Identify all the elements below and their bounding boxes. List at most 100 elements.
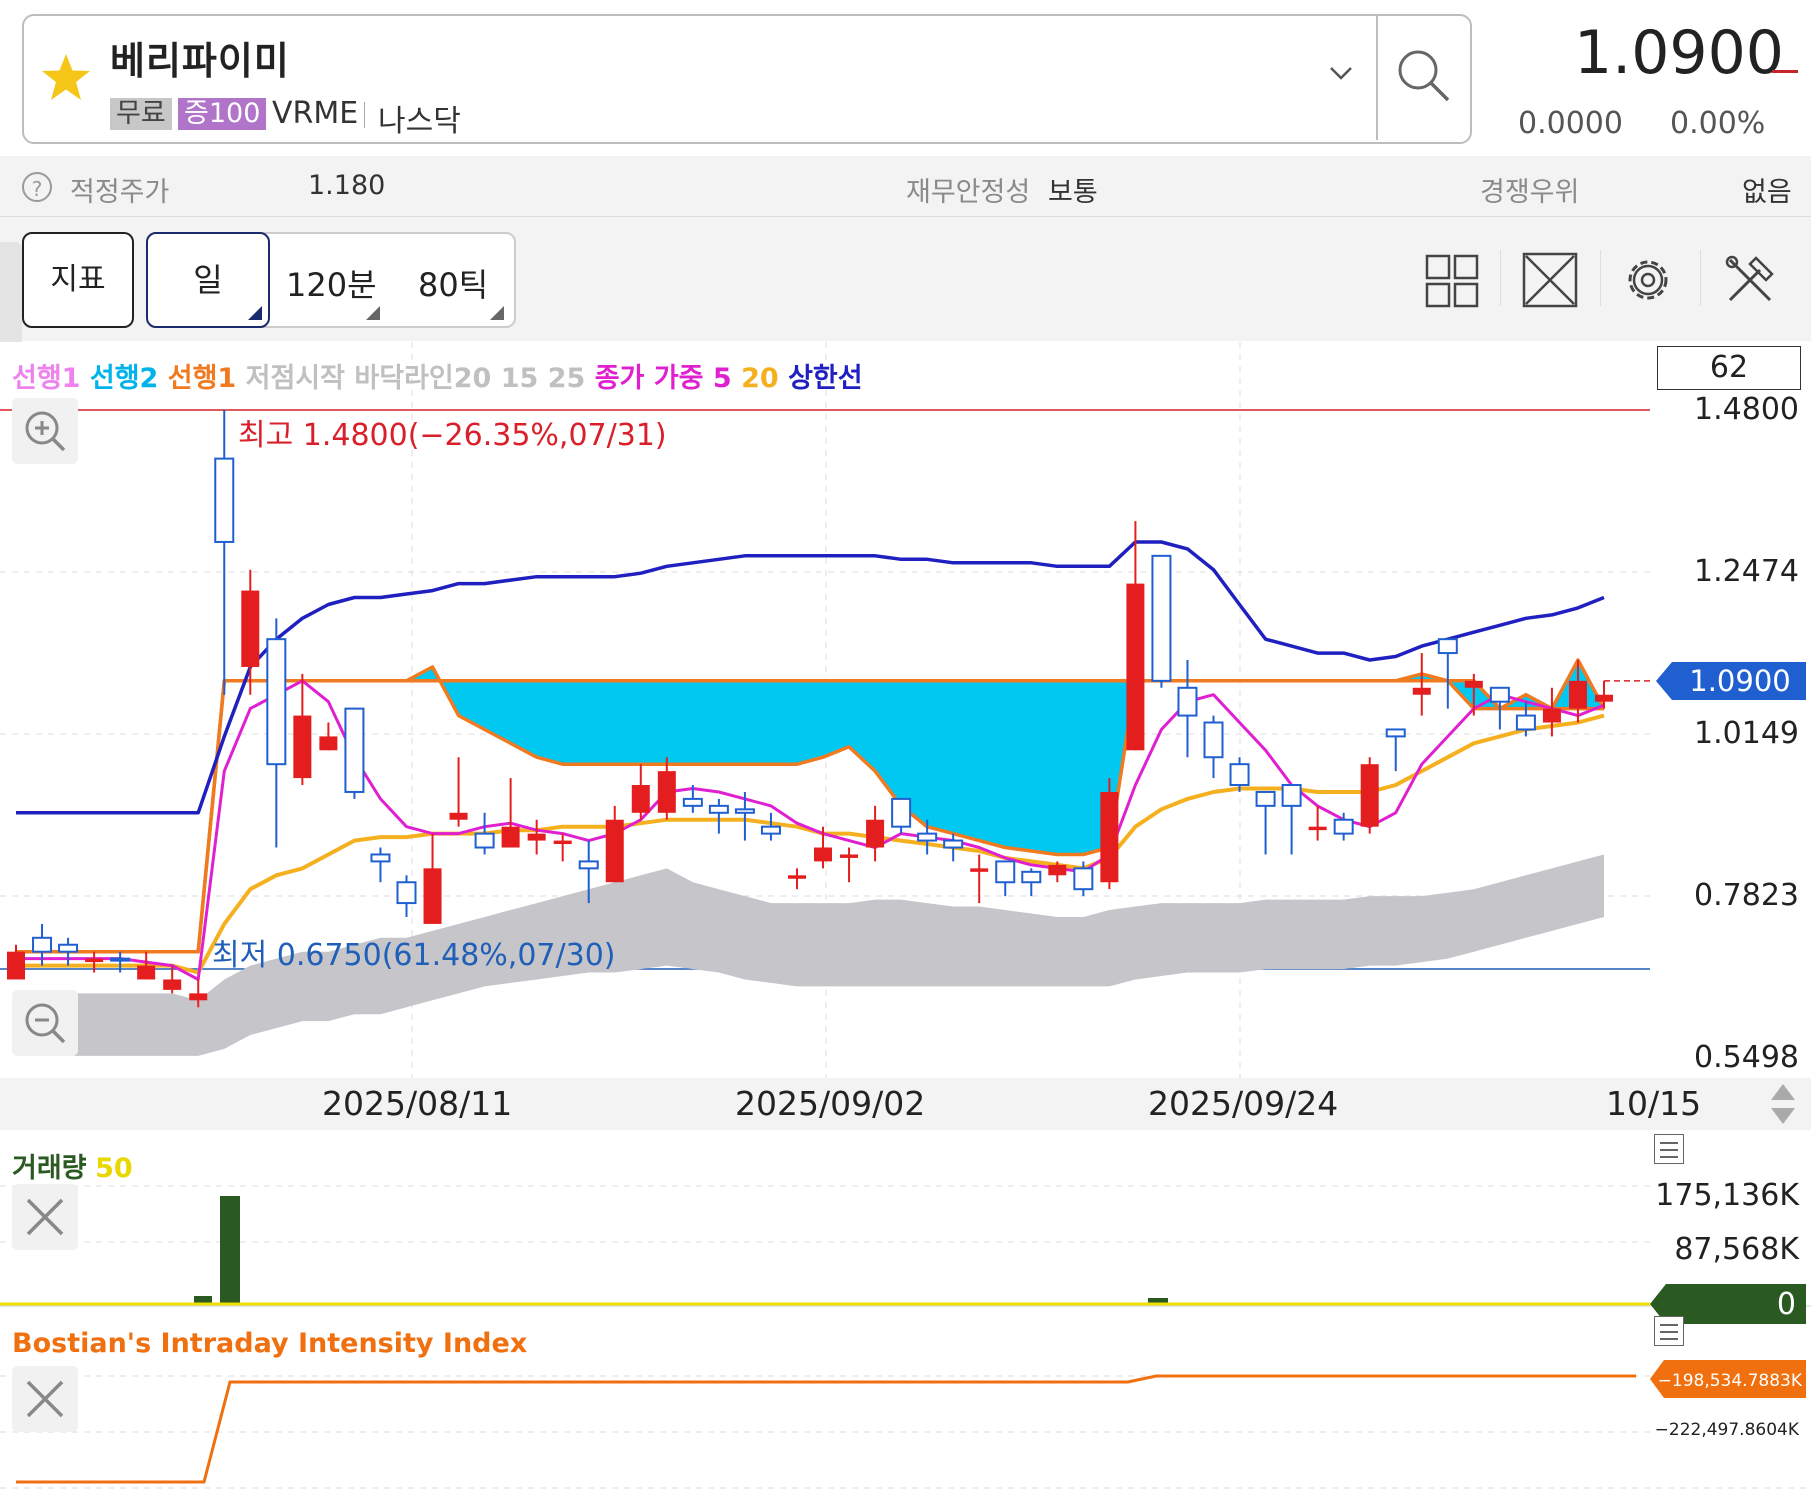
candle-body bbox=[1385, 728, 1406, 738]
legend-item: 20 bbox=[741, 363, 779, 394]
expand-icon[interactable] bbox=[1520, 250, 1580, 310]
candle-body bbox=[1515, 714, 1536, 731]
bostian-current-tag: −198,534.7883K bbox=[1650, 1360, 1806, 1398]
candle-body bbox=[891, 797, 912, 828]
candle-body bbox=[1048, 864, 1067, 876]
candle-body bbox=[708, 804, 729, 814]
candle-body bbox=[110, 957, 131, 962]
legend-item: 선행1 bbox=[167, 363, 237, 394]
bostian-line bbox=[16, 1374, 1636, 1484]
help-icon[interactable]: ? bbox=[22, 172, 52, 202]
divider bbox=[1700, 250, 1701, 306]
low-annotation: 최저 0.6750(61.48%,07/30) bbox=[212, 938, 616, 973]
candle-body bbox=[319, 736, 338, 751]
candle-body bbox=[970, 868, 989, 872]
volume-period: 50 bbox=[95, 1153, 133, 1184]
x-tick-label: 2025/08/11 bbox=[322, 1084, 513, 1123]
bostian-current-text: −198,534.7883K bbox=[1658, 1371, 1803, 1391]
zoom-in-icon[interactable] bbox=[12, 398, 78, 464]
candle-body bbox=[1177, 686, 1198, 717]
x-tick-label: 2025/09/24 bbox=[1148, 1084, 1339, 1123]
candle-body bbox=[1308, 826, 1327, 831]
ticker-symbol: VRME bbox=[272, 96, 359, 131]
search-icon[interactable] bbox=[1392, 44, 1454, 106]
legend-item: 선행2 bbox=[89, 363, 159, 394]
candle-body bbox=[266, 638, 287, 766]
candle-body bbox=[1489, 686, 1510, 703]
candle-body bbox=[1595, 694, 1613, 702]
candle-body bbox=[32, 936, 53, 953]
candle-body bbox=[214, 457, 235, 543]
zoom-out-icon[interactable] bbox=[12, 990, 78, 1056]
divider bbox=[1600, 250, 1601, 306]
candle-body bbox=[1255, 790, 1276, 807]
candle-body bbox=[423, 868, 442, 924]
favorite-star-icon[interactable] bbox=[38, 50, 94, 106]
candle-body bbox=[1542, 708, 1561, 723]
candle-body bbox=[605, 819, 624, 883]
candle-body bbox=[734, 808, 755, 814]
layout-grid-icon[interactable] bbox=[1422, 250, 1482, 310]
candle-body bbox=[760, 825, 781, 835]
high-annotation: 최고 1.4800(−26.35%,07/31) bbox=[238, 418, 667, 453]
legend-item: 선행1 bbox=[12, 363, 81, 394]
y-tick-label: 1.4800 bbox=[1694, 392, 1799, 427]
volume-chart[interactable] bbox=[0, 1130, 1811, 1310]
chart-legend: 선행1 선행2 선행1 저점시작 바닥라인20 15 25 종가 가중 5 20… bbox=[12, 356, 863, 395]
candle-body bbox=[787, 875, 806, 879]
candle-body bbox=[657, 771, 676, 813]
tools-icon[interactable] bbox=[1720, 250, 1780, 310]
candle-body bbox=[7, 951, 25, 980]
candle-body bbox=[1412, 687, 1431, 695]
candle-body bbox=[1126, 583, 1145, 751]
candle-body bbox=[578, 860, 599, 870]
legend-item: 상한선 bbox=[788, 363, 863, 394]
candle-body bbox=[449, 812, 468, 820]
dropdown-corner-icon bbox=[490, 306, 504, 320]
panel-menu-icon[interactable] bbox=[1654, 1134, 1684, 1164]
period-120min-button[interactable]: 120분 bbox=[286, 260, 377, 306]
close-icon[interactable] bbox=[12, 1184, 78, 1250]
dropdown-corner-icon bbox=[248, 306, 262, 320]
bostian-y-tick: −222,497.8604K bbox=[1654, 1420, 1799, 1440]
indicator-value-box: 62 bbox=[1657, 346, 1801, 390]
x-tick-label: 10/15 bbox=[1606, 1084, 1702, 1123]
stock-name: 베리파이미 bbox=[110, 39, 290, 83]
divider bbox=[1500, 250, 1501, 306]
stability-value: 보통 bbox=[1048, 177, 1098, 208]
legend-item: 종가 bbox=[594, 363, 645, 394]
candle-body bbox=[1203, 721, 1224, 759]
volume-y-tick: 175,136K bbox=[1655, 1178, 1799, 1213]
price-change-indicator bbox=[1772, 70, 1798, 73]
margin-badge: 증100 bbox=[178, 98, 267, 130]
y-tick-label: 0.5498 bbox=[1694, 1040, 1799, 1075]
fair-price-label: 적정주가 bbox=[70, 177, 170, 208]
indicator-button[interactable]: 지표 bbox=[22, 232, 134, 328]
chevron-down-icon[interactable] bbox=[1326, 58, 1356, 88]
dropdown-corner-icon bbox=[366, 306, 380, 320]
candle-body bbox=[58, 943, 79, 953]
legend-item: 5 bbox=[712, 363, 732, 394]
legend-item: 15 bbox=[500, 363, 539, 394]
candle-body bbox=[1437, 638, 1458, 655]
candle-body bbox=[553, 840, 572, 845]
advantage-value: 없음 bbox=[1742, 177, 1792, 208]
candle-body bbox=[995, 860, 1016, 884]
scroll-arrows-icon[interactable] bbox=[1768, 1082, 1798, 1126]
candle-body bbox=[1568, 680, 1587, 709]
current-price-tag-text: 1.0900 bbox=[1689, 664, 1790, 698]
settings-gear-icon[interactable] bbox=[1618, 250, 1678, 310]
candle-body bbox=[396, 881, 417, 905]
volume-title-text: 거래량 bbox=[12, 1153, 87, 1184]
candle-body bbox=[1333, 818, 1354, 835]
candle-body bbox=[866, 819, 885, 848]
period-80tick-button[interactable]: 80틱 bbox=[418, 260, 488, 306]
candle-body bbox=[344, 707, 365, 793]
candle-body bbox=[1229, 763, 1250, 787]
price-change-percent: 0.00% bbox=[1670, 106, 1766, 141]
panel-menu-icon[interactable] bbox=[1654, 1316, 1684, 1346]
current-price-tag: 1.0900 bbox=[1656, 662, 1806, 700]
candle-body bbox=[682, 797, 703, 807]
legend-item: 가중 bbox=[653, 363, 704, 394]
close-icon[interactable] bbox=[12, 1366, 78, 1432]
